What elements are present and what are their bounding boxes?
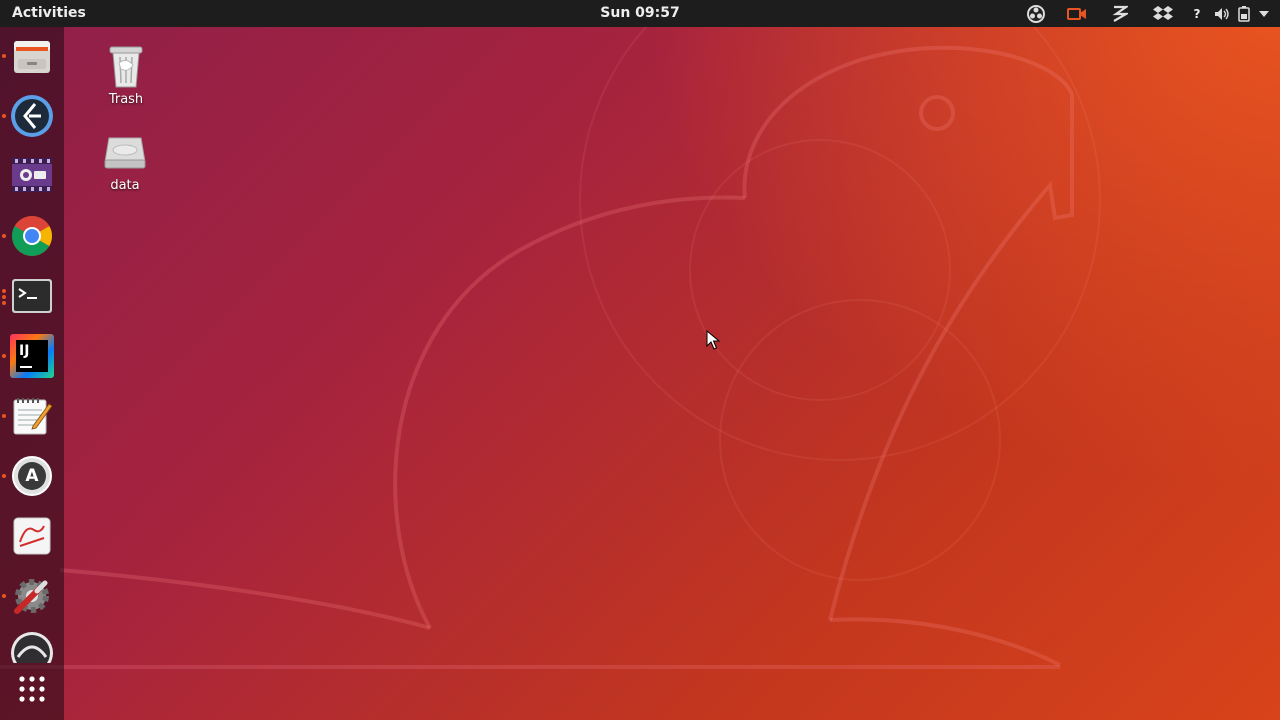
dock-item-kdeconnect[interactable] bbox=[8, 92, 56, 140]
running-indicator bbox=[2, 414, 6, 418]
software-updater-icon: A bbox=[12, 456, 52, 496]
running-indicator bbox=[2, 594, 6, 598]
desktop-icon-data[interactable]: data bbox=[85, 128, 165, 193]
obs-studio-icon bbox=[11, 632, 53, 663]
dock: IJ A bbox=[0, 27, 64, 720]
dock-item-document-viewer[interactable] bbox=[8, 512, 56, 560]
drive-icon bbox=[101, 128, 149, 176]
running-indicator bbox=[2, 234, 6, 238]
zeal-icon[interactable] bbox=[1098, 0, 1142, 27]
document-viewer-icon bbox=[13, 517, 51, 555]
text-editor-icon bbox=[13, 398, 53, 435]
running-indicator bbox=[2, 295, 6, 299]
dock-item-software-updater[interactable]: A bbox=[8, 452, 56, 500]
battery-icon[interactable] bbox=[1234, 0, 1254, 27]
desktop-icon-label: Trash bbox=[108, 92, 144, 107]
show-applications-button[interactable] bbox=[8, 665, 56, 713]
volume-icon[interactable] bbox=[1210, 0, 1234, 27]
dock-item-chrome[interactable] bbox=[8, 212, 56, 260]
dock-item-intellij[interactable]: IJ bbox=[8, 332, 56, 380]
dock-item-video-editor[interactable] bbox=[8, 151, 56, 199]
running-indicator bbox=[2, 114, 6, 118]
obs-icon[interactable] bbox=[1016, 0, 1056, 27]
intellij-icon-text: IJ bbox=[19, 343, 30, 359]
settings-icon bbox=[14, 579, 49, 614]
running-indicator bbox=[2, 289, 6, 293]
dock-item-settings[interactable] bbox=[8, 572, 56, 620]
dock-item-text-editor[interactable] bbox=[8, 392, 56, 440]
mouse-cursor-icon bbox=[706, 330, 720, 350]
system-menu-arrow-icon[interactable] bbox=[1254, 0, 1274, 27]
help-icon[interactable]: ? bbox=[1184, 0, 1210, 27]
video-editor-icon bbox=[12, 158, 52, 192]
dropbox-icon[interactable] bbox=[1142, 0, 1184, 27]
intellij-icon: IJ bbox=[10, 334, 54, 378]
desktop-icon-trash[interactable]: Trash bbox=[86, 42, 166, 107]
kde-connect-icon bbox=[11, 95, 53, 137]
chrome-icon bbox=[12, 216, 52, 256]
desktop-icon-label: data bbox=[110, 178, 140, 193]
terminal-icon bbox=[12, 279, 52, 313]
dock-item-files[interactable] bbox=[8, 33, 56, 81]
running-indicator bbox=[2, 354, 6, 358]
trash-icon bbox=[102, 42, 150, 90]
show-applications-icon bbox=[19, 676, 45, 702]
top-bar: Activities Sun 09:57 ? bbox=[0, 0, 1280, 27]
running-indicator bbox=[2, 474, 6, 478]
software-updater-icon-text: A bbox=[25, 466, 39, 486]
wallpaper-art bbox=[0, 0, 1101, 669]
dock-item-obs[interactable] bbox=[8, 627, 56, 663]
running-indicator bbox=[2, 301, 6, 305]
system-tray: ? bbox=[1016, 0, 1274, 27]
running-indicator bbox=[2, 54, 6, 58]
dock-item-terminal[interactable] bbox=[8, 272, 56, 320]
file-manager-icon bbox=[14, 41, 50, 73]
camera-icon[interactable] bbox=[1056, 0, 1098, 27]
